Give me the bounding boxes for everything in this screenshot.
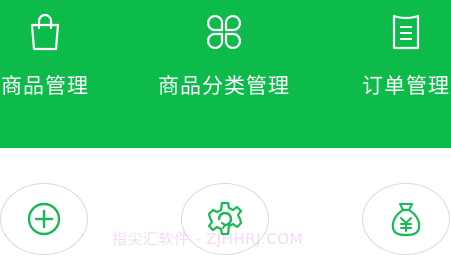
top-menu-bar: 商品管理 商品分类管理 订单管理 (0, 0, 451, 148)
menu-item-label: 商品管理 (1, 74, 89, 98)
menu-item-label: 订单管理 (362, 74, 450, 98)
money-bag-yen-icon (391, 203, 421, 237)
menu-item-label: 商品分类管理 (158, 74, 290, 98)
add-button[interactable] (0, 183, 88, 255)
menu-item-product-management[interactable]: 商品管理 (0, 0, 135, 148)
finance-button[interactable] (362, 183, 450, 255)
add-circle-icon (27, 202, 61, 236)
menu-item-product-category-management[interactable]: 商品分类管理 (134, 0, 314, 148)
watermark-text: 指尖汇软件 - ZJHHRJ.COM (112, 230, 304, 248)
menu-item-order-management[interactable]: 订单管理 (316, 0, 451, 148)
category-clover-icon (207, 15, 241, 49)
order-document-icon (392, 14, 420, 50)
shopping-bag-icon (30, 13, 60, 51)
